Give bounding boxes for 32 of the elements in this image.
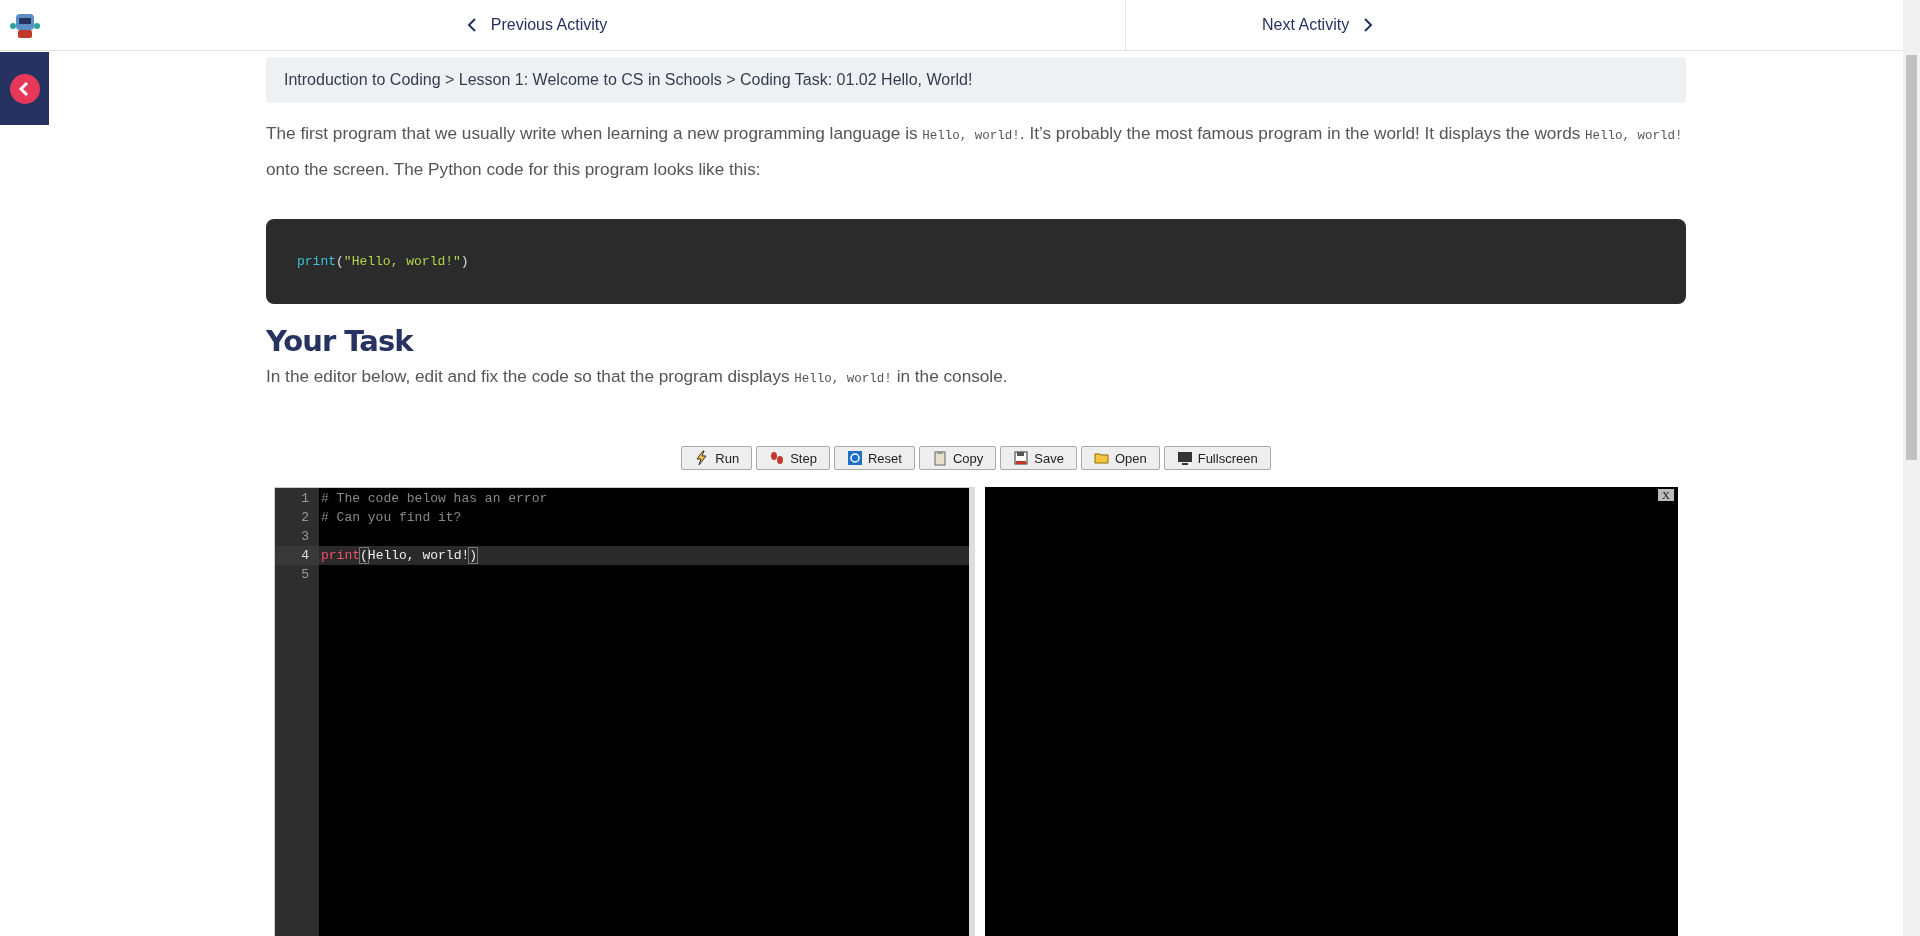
step-button[interactable]: Step [756,446,830,470]
line-number: 5 [300,566,310,584]
fullscreen-button[interactable]: Fullscreen [1163,446,1271,470]
close-button[interactable]: X [1658,489,1674,501]
folder-icon [1093,450,1110,466]
next-activity-link[interactable]: Next Activity [1262,16,1374,34]
refresh-icon [846,450,863,466]
clipboard-icon [931,450,948,466]
copy-button[interactable]: Copy [918,446,997,470]
code-line: # Can you find it? [320,509,463,527]
open-button[interactable]: Open [1080,446,1160,470]
intro-paragraph: The first program that we usually write when learning a new programming language is Hello, world!. It’s probably the most famous program in the world! It displays the words Hello, world! onto the screen. The Python code for this program looks like this: [266,122,1684,181]
line-number: 2 [300,509,310,527]
line-number: 1 [300,490,310,508]
reset-button[interactable]: Reset [833,446,915,470]
task-instructions: In the editor below, edit and fix the code so that the program displays Hello, world! in the console. [266,365,1009,388]
run-button[interactable]: Run [681,446,753,470]
line-number: 4 [275,546,319,565]
scrollbar[interactable] [1903,0,1920,936]
breadcrumb: Introduction to Coding > Lesson 1: Welcome to CS in Schools > Coding Task: 01.02 Hello, World! [266,57,1686,103]
line-number: 3 [300,528,310,546]
chevron-left-icon [466,18,477,32]
save-button[interactable]: Save [1000,446,1077,470]
code-line: # The code below has an error [320,490,549,508]
previous-activity-link[interactable]: Previous Activity [466,16,608,34]
code-sample: print("Hello, world!") [266,219,1686,304]
sidebar-toggle[interactable] [0,52,49,125]
footprints-icon [769,450,786,466]
code-editor[interactable]: 1 2 3 4 5 # The code below has an error # Can you find it? print(Hello, world!) [274,487,975,936]
monitor-icon [1176,450,1193,466]
chevron-right-icon [1363,18,1374,32]
task-heading: Your Task [266,324,415,358]
